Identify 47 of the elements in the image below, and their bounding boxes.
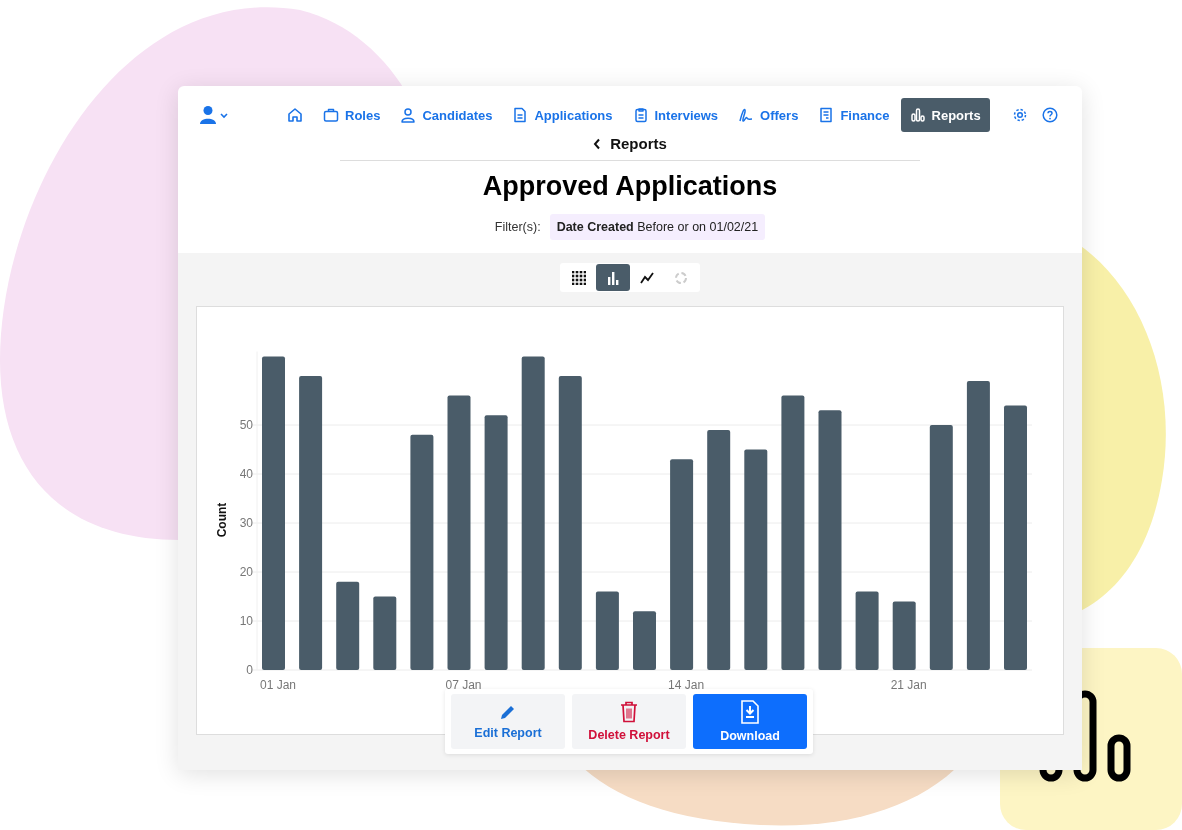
- x-axis-label: 21 Jan: [890, 678, 927, 692]
- nav-tab[interactable]: Interviews: [623, 98, 728, 132]
- nav-tab[interactable]: Roles: [314, 98, 390, 132]
- x-axis-label: 07 Jan: [445, 678, 482, 692]
- briefcase-icon: [323, 107, 339, 123]
- help-button[interactable]: [1042, 107, 1058, 123]
- nav-tab[interactable]: Offers: [729, 98, 808, 132]
- bar-chart-icon: [606, 270, 620, 285]
- receipt-icon: [818, 107, 835, 123]
- delete-report-button[interactable]: Delete Report: [572, 694, 686, 749]
- file-download-icon: [740, 700, 760, 724]
- nav-tab[interactable]: Reports: [900, 98, 990, 132]
- person-icon: [400, 107, 417, 123]
- trash-icon: [620, 701, 638, 723]
- report-title: Approved Applications: [482, 171, 778, 202]
- signature-icon: [738, 107, 755, 123]
- y-axis-title: Count: [215, 502, 229, 538]
- clipboard-icon: [632, 107, 649, 123]
- back-link[interactable]: Reports: [593, 135, 667, 152]
- bar-chart-view-button[interactable]: [596, 264, 630, 291]
- grid-icon: [572, 270, 586, 285]
- y-axis-label: 0: [246, 663, 253, 677]
- document-icon: [512, 107, 529, 123]
- bar-chart-icon: [909, 107, 926, 123]
- edit-report-button[interactable]: Edit Report: [451, 694, 565, 749]
- settings-button[interactable]: [1012, 107, 1028, 123]
- chevron-left-icon: [593, 137, 602, 150]
- nav-tab[interactable]: Applications: [503, 98, 622, 132]
- nav-tab[interactable]: Candidates: [391, 98, 502, 132]
- ring-icon: [674, 270, 688, 285]
- line-chart-icon: [640, 270, 654, 285]
- filter-chip: Date Created Before or on 01/02/21: [549, 214, 766, 240]
- y-axis-label: 40: [239, 467, 253, 481]
- pencil-icon: [499, 703, 517, 721]
- user-icon: [200, 105, 228, 125]
- x-axis-label: 14 Jan: [668, 678, 705, 692]
- home-icon: [287, 107, 303, 123]
- y-axis-label: 20: [239, 565, 253, 579]
- help-icon: [1042, 107, 1058, 123]
- nav-tab[interactable]: Finance: [809, 98, 899, 132]
- x-axis-label: 01 Jan: [260, 678, 297, 692]
- settings-icon: [1012, 107, 1028, 123]
- y-axis-label: 50: [239, 418, 253, 432]
- filter-label: Filter(s):: [494, 220, 541, 234]
- y-axis-label: 30: [239, 516, 253, 530]
- y-axis-label: 10: [239, 614, 253, 628]
- download-button[interactable]: Download: [693, 694, 807, 749]
